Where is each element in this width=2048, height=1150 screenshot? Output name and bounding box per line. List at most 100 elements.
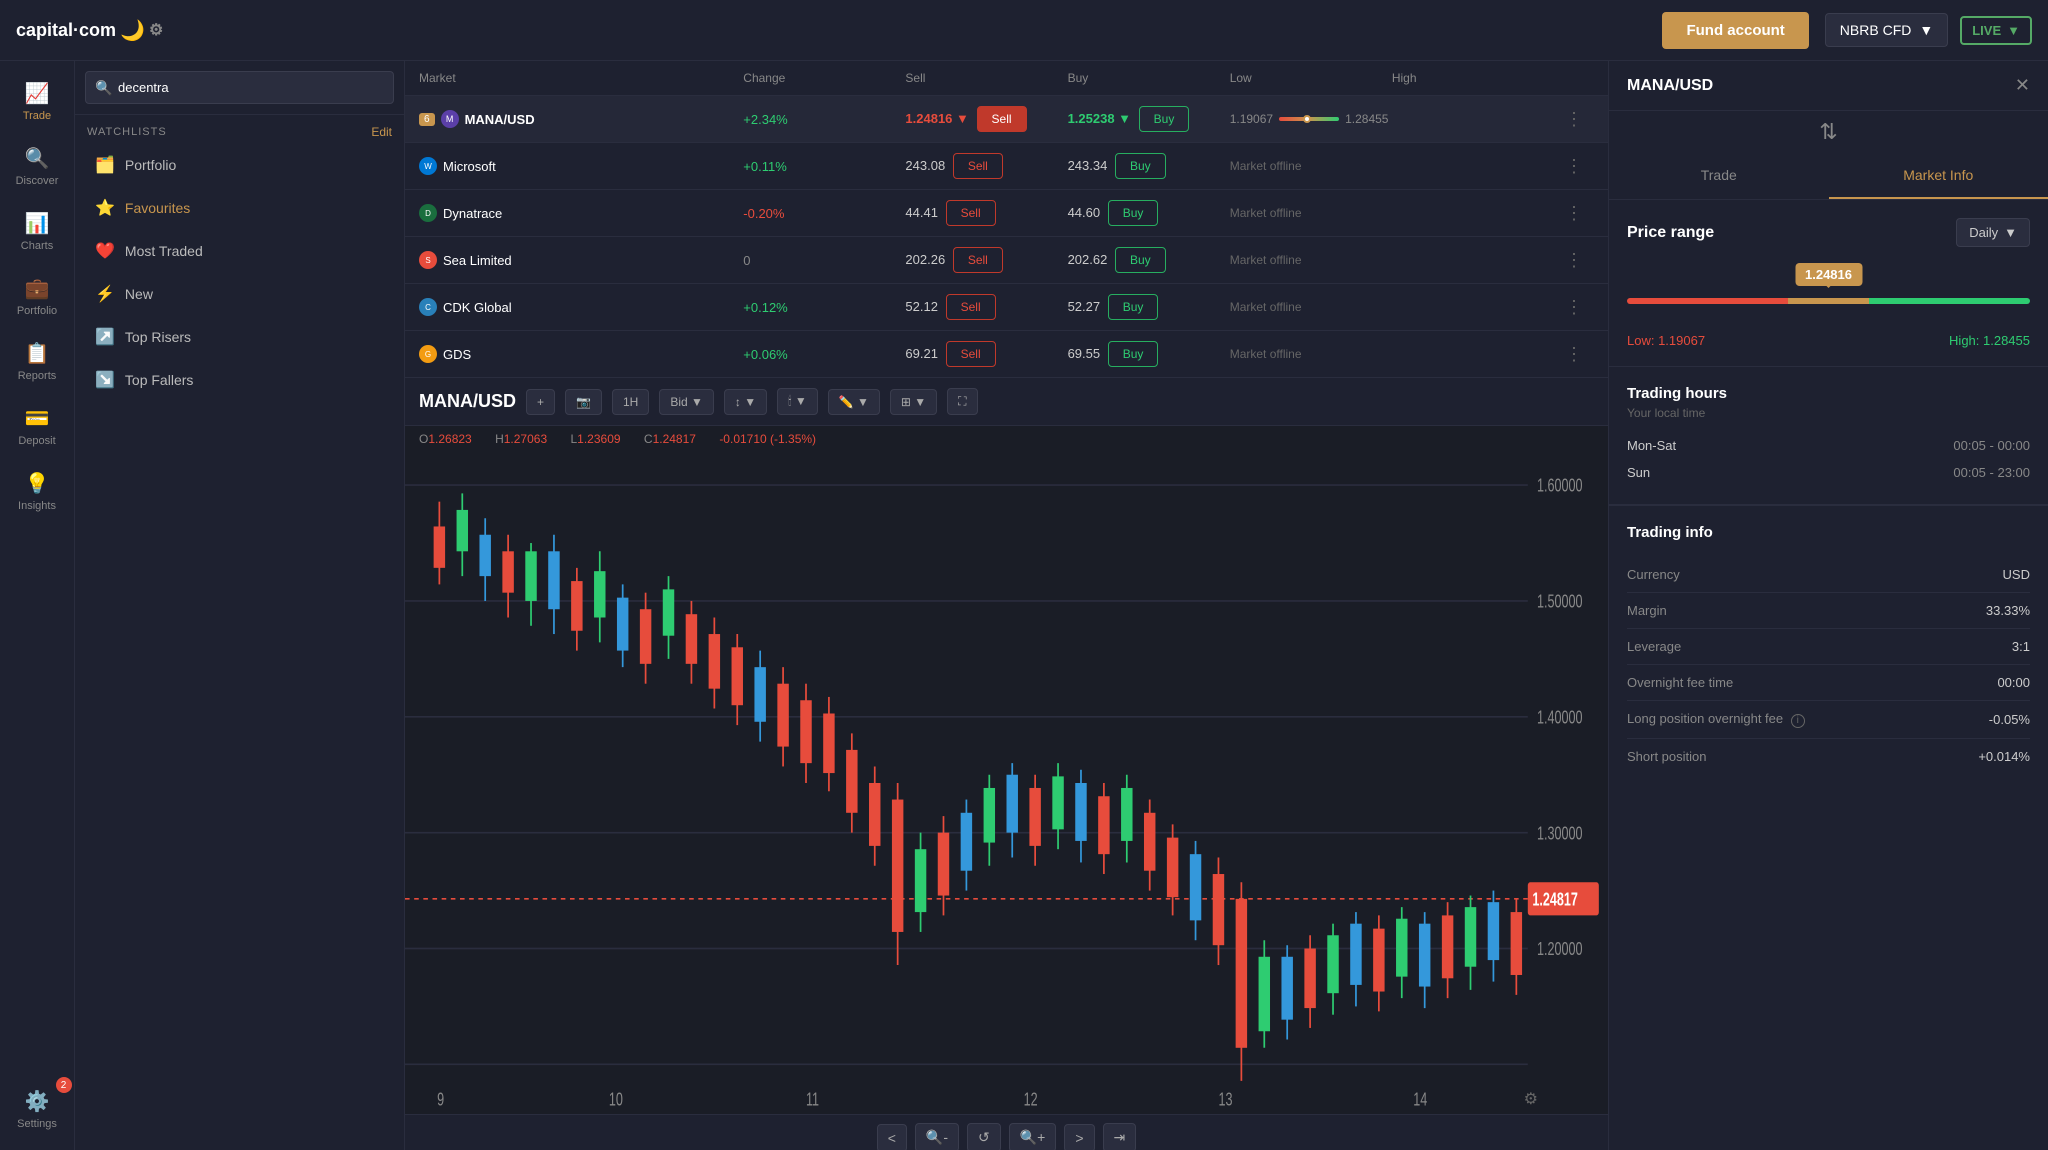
search-icon: 🔍 bbox=[95, 79, 112, 96]
draw-button[interactable]: ✏️ ▼ bbox=[828, 389, 880, 415]
sell-button-cdk[interactable]: Sell bbox=[946, 294, 996, 320]
indicators-button[interactable]: ↕ ▼ bbox=[724, 389, 767, 415]
more-options-button[interactable]: ⋮ bbox=[1554, 109, 1594, 130]
right-panel-header: MANA/USD ✕ bbox=[1609, 61, 2048, 111]
svg-text:12: 12 bbox=[1024, 1091, 1038, 1111]
price-range-section: Price range Daily ▼ 1.24816 Low: 1.19067… bbox=[1609, 200, 2048, 366]
svg-text:1.20000: 1.20000 bbox=[1537, 940, 1583, 960]
more-options-button[interactable]: ⋮ bbox=[1554, 297, 1594, 318]
market-name: S Sea Limited bbox=[419, 251, 743, 269]
more-options-button[interactable]: ⋮ bbox=[1554, 344, 1594, 365]
chart-canvas: 1.60000 1.50000 1.40000 1.30000 1.20000 … bbox=[405, 452, 1608, 1114]
chart-settings-button[interactable]: ⚙ bbox=[1524, 1089, 1538, 1109]
timeframe-button[interactable]: 1H bbox=[612, 389, 649, 415]
sidebar-item-reports[interactable]: 📋 Reports bbox=[5, 331, 70, 392]
more-options-button[interactable]: ⋮ bbox=[1554, 203, 1594, 224]
chart-type-button[interactable]: 🕯 ▼ bbox=[777, 388, 818, 415]
chart-header: MANA/USD + 📷 1H Bid ▼ ↕ ▼ 🕯 ▼ ✏️ ▼ ⊞ ▼ ⛶ bbox=[405, 378, 1608, 426]
ti-row-overnight-fee-time: Overnight fee time 00:00 bbox=[1627, 665, 2030, 701]
table-row[interactable]: G GDS +0.06% 69.21 Sell 69.55 Buy Market… bbox=[405, 331, 1608, 378]
settings-icon: ⚙️ bbox=[25, 1089, 50, 1114]
trade-switch-icon[interactable]: ⇅ bbox=[1819, 119, 1837, 145]
table-row[interactable]: S Sea Limited 0 202.26 Sell 202.62 Buy M… bbox=[405, 237, 1608, 284]
layers-button[interactable]: ⊞ ▼ bbox=[890, 389, 937, 415]
buy-button-sea[interactable]: Buy bbox=[1115, 247, 1166, 273]
chart-reset-button[interactable]: ↺ bbox=[967, 1123, 1001, 1150]
market-name: 6 M MANA/USD bbox=[419, 110, 743, 128]
sidebar-item-trade[interactable]: 📈 Trade bbox=[5, 71, 70, 132]
buy-button-cdk[interactable]: Buy bbox=[1108, 294, 1159, 320]
trading-info-title: Trading info bbox=[1627, 524, 2030, 541]
table-row[interactable]: W Microsoft +0.11% 243.08 Sell 243.34 Bu… bbox=[405, 143, 1608, 190]
ti-row-currency: Currency USD bbox=[1627, 557, 2030, 593]
live-badge[interactable]: LIVE ▼ bbox=[1960, 16, 2032, 45]
insights-icon: 💡 bbox=[25, 471, 50, 496]
sell-button-mana[interactable]: Sell bbox=[977, 106, 1027, 132]
chevron-down-icon: ▼ bbox=[1919, 22, 1933, 38]
sidebar-item-deposit[interactable]: 💳 Deposit bbox=[5, 396, 70, 457]
chart-back-button[interactable]: < bbox=[877, 1124, 907, 1150]
price-range-labels: Low: 1.19067 High: 1.28455 bbox=[1627, 333, 2030, 348]
menu-item-portfolio[interactable]: 🗂️ Portfolio bbox=[81, 144, 398, 186]
sidebar-item-settings[interactable]: ⚙️ 2 Settings bbox=[5, 1079, 70, 1140]
buy-button-gds[interactable]: Buy bbox=[1108, 341, 1159, 367]
market-table: Market Change Sell Buy Low High 6 M MANA… bbox=[405, 61, 1608, 378]
sidebar-item-portfolio[interactable]: 💼 Portfolio bbox=[5, 266, 70, 327]
info-icon[interactable]: i bbox=[1791, 714, 1805, 728]
market-name: W Microsoft bbox=[419, 157, 743, 175]
sidebar-item-insights[interactable]: 💡 Insights bbox=[5, 461, 70, 522]
price-range-slider: 1.24816 bbox=[1627, 263, 2030, 323]
price-range-tooltip: 1.24816 bbox=[1795, 263, 1862, 286]
buy-button-msft[interactable]: Buy bbox=[1115, 153, 1166, 179]
watchlist-panel: 🔍 WATCHLISTS Edit 🗂️ Portfolio ⭐ Favouri… bbox=[75, 61, 405, 1150]
watchlist-label: WATCHLISTS bbox=[87, 126, 167, 138]
main-content: 📈 Trade 🔍 Discover 📊 Charts 💼 Portfolio … bbox=[0, 61, 2048, 1150]
top-risers-menu-icon: ↗️ bbox=[95, 327, 115, 347]
buy-button-dy[interactable]: Buy bbox=[1108, 200, 1159, 226]
table-row[interactable]: C CDK Global +0.12% 52.12 Sell 52.27 Buy… bbox=[405, 284, 1608, 331]
chart-zoom-in-button[interactable]: 🔍+ bbox=[1009, 1123, 1057, 1150]
fullscreen-button[interactable]: ⛶ bbox=[947, 388, 977, 415]
price-type-button[interactable]: Bid ▼ bbox=[659, 389, 714, 415]
settings-badge: 2 bbox=[56, 1077, 72, 1093]
screenshot-button[interactable]: 📷 bbox=[565, 389, 602, 415]
close-button[interactable]: ✕ bbox=[2015, 75, 2030, 96]
more-options-button[interactable]: ⋮ bbox=[1554, 156, 1594, 177]
sidebar: 📈 Trade 🔍 Discover 📊 Charts 💼 Portfolio … bbox=[0, 61, 75, 1150]
menu-item-most-traded[interactable]: ❤️ Most Traded bbox=[81, 230, 398, 272]
account-selector[interactable]: NBRB CFD ▼ bbox=[1825, 13, 1948, 47]
tab-market-info[interactable]: Market Info bbox=[1829, 153, 2048, 199]
svg-text:1.40000: 1.40000 bbox=[1537, 708, 1583, 728]
table-row[interactable]: D Dynatrace -0.20% 44.41 Sell 44.60 Buy … bbox=[405, 190, 1608, 237]
menu-item-favourites[interactable]: ⭐ Favourites bbox=[81, 187, 398, 229]
app-logo: capital·com 🌙 ⚙ bbox=[16, 18, 163, 43]
buy-button-mana[interactable]: Buy bbox=[1139, 106, 1190, 132]
svg-text:1.60000: 1.60000 bbox=[1537, 477, 1583, 497]
search-input[interactable] bbox=[85, 71, 394, 104]
menu-items: 🗂️ Portfolio ⭐ Favourites ❤️ Most Traded… bbox=[75, 143, 404, 1150]
sidebar-item-charts[interactable]: 📊 Charts bbox=[5, 201, 70, 262]
chart-forward-button[interactable]: > bbox=[1064, 1124, 1094, 1150]
menu-item-new[interactable]: ⚡ New bbox=[81, 273, 398, 315]
edit-button[interactable]: Edit bbox=[371, 125, 392, 139]
table-row[interactable]: 6 M MANA/USD +2.34% 1.24816 ▼ Sell 1.252… bbox=[405, 96, 1608, 143]
chart-symbol: MANA/USD bbox=[419, 391, 516, 412]
right-panel-title: MANA/USD bbox=[1627, 77, 1713, 95]
menu-item-top-fallers[interactable]: ↘️ Top Fallers bbox=[81, 359, 398, 401]
sidebar-item-discover[interactable]: 🔍 Discover bbox=[5, 136, 70, 197]
trading-hours-section: Trading hours Your local time Mon-Sat 00… bbox=[1609, 367, 2048, 505]
sell-button-sea[interactable]: Sell bbox=[953, 247, 1003, 273]
fund-account-button[interactable]: Fund account bbox=[1662, 12, 1808, 49]
add-indicator-button[interactable]: + bbox=[526, 389, 555, 415]
chart-end-button[interactable]: ⇥ bbox=[1103, 1123, 1137, 1150]
sell-button-msft[interactable]: Sell bbox=[953, 153, 1003, 179]
tab-trade[interactable]: Trade bbox=[1609, 153, 1829, 199]
price-range-dropdown[interactable]: Daily ▼ bbox=[1956, 218, 2030, 247]
sell-button-dy[interactable]: Sell bbox=[946, 200, 996, 226]
sell-button-gds[interactable]: Sell bbox=[946, 341, 996, 367]
market-name: C CDK Global bbox=[419, 298, 743, 316]
more-options-button[interactable]: ⋮ bbox=[1554, 250, 1594, 271]
market-name: D Dynatrace bbox=[419, 204, 743, 222]
menu-item-top-risers[interactable]: ↗️ Top Risers bbox=[81, 316, 398, 358]
chart-zoom-out-button[interactable]: 🔍- bbox=[915, 1123, 959, 1150]
